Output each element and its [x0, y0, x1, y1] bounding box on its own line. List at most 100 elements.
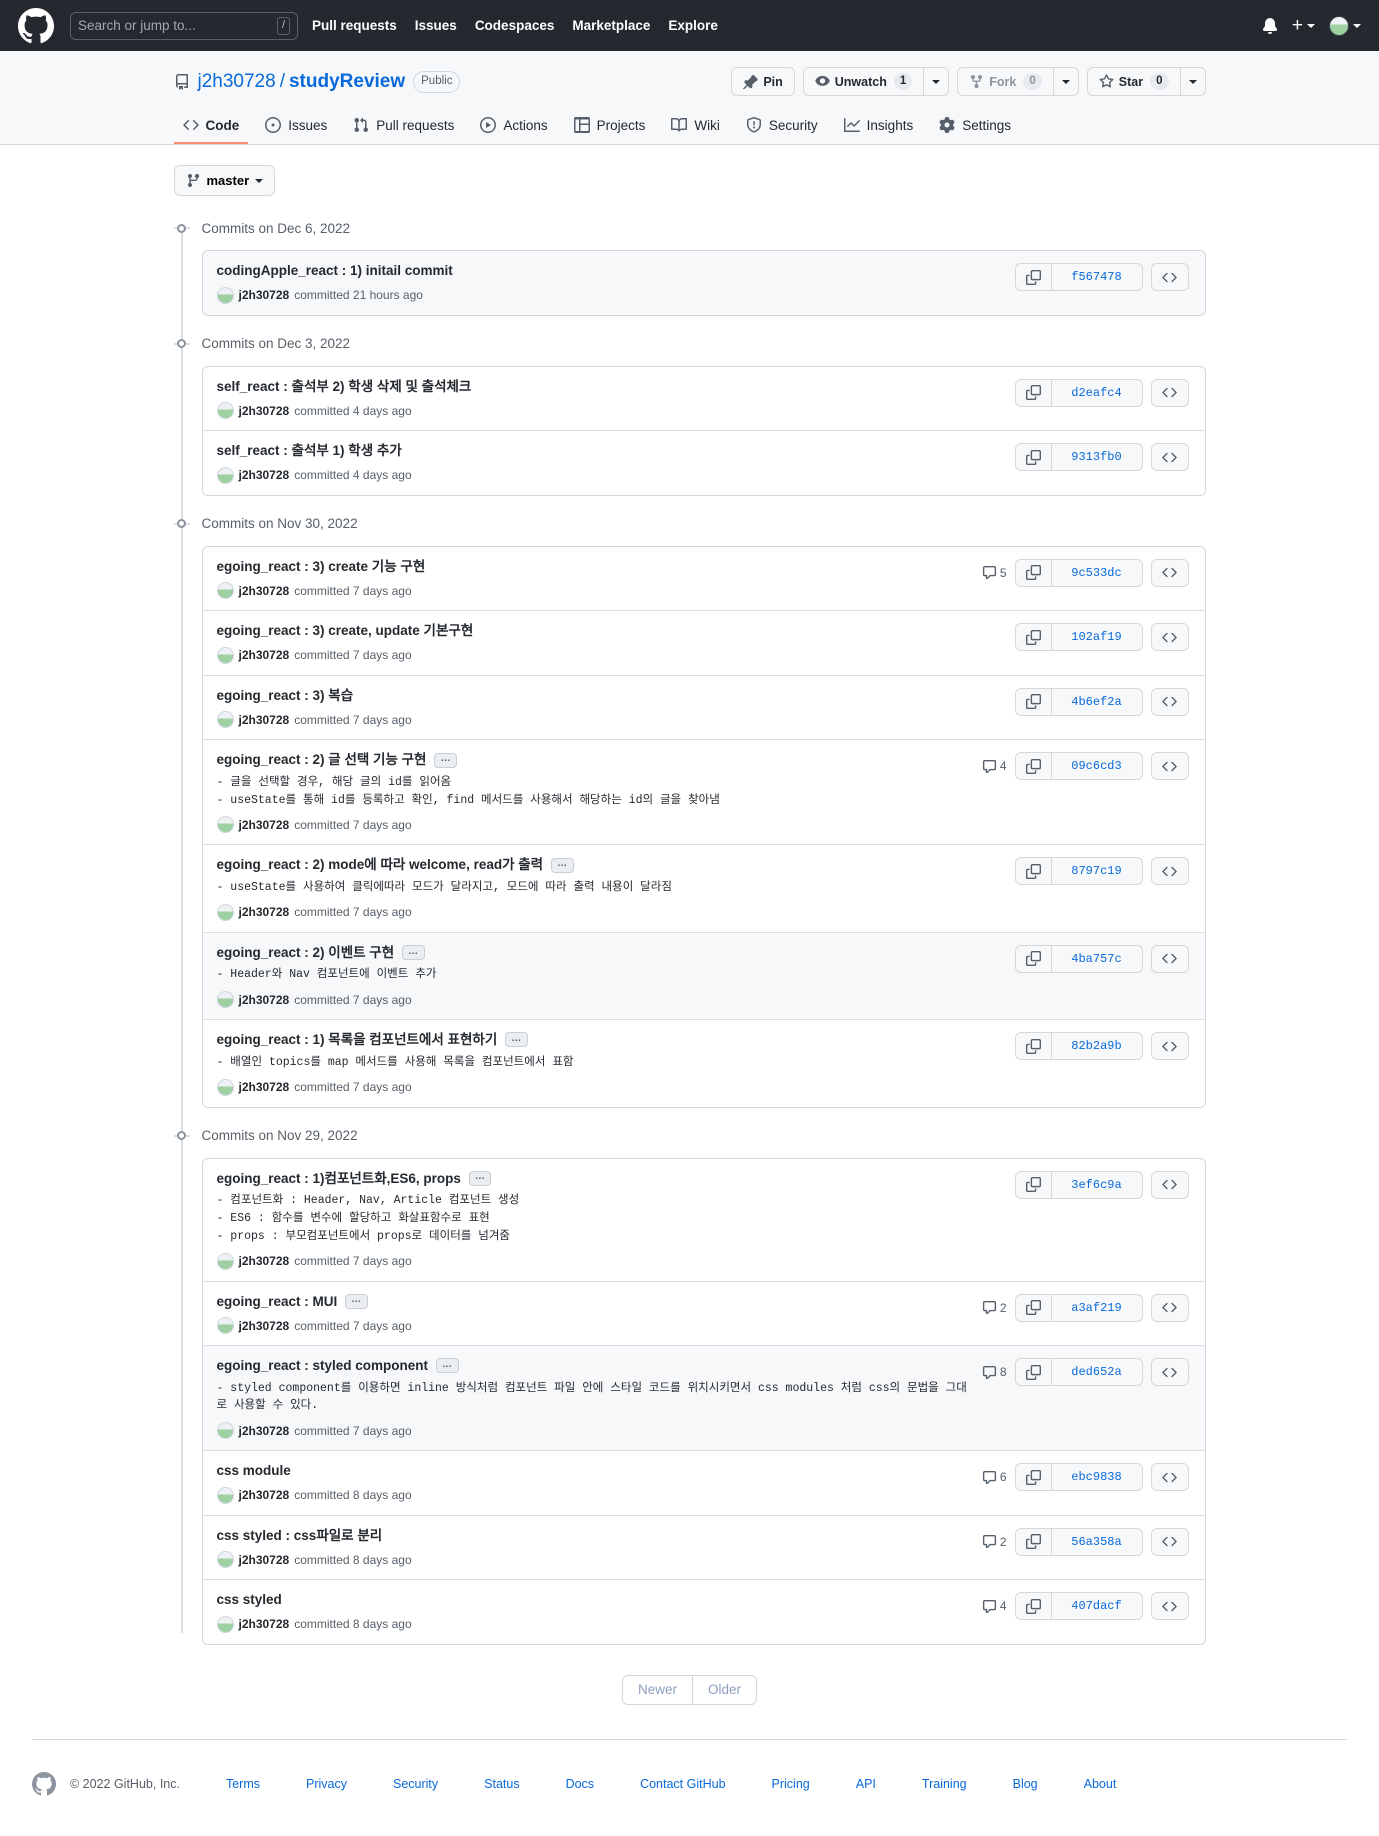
commit-title-link[interactable]: egoing_react : 1)컴포넌트화,ES6, props: [217, 1170, 461, 1188]
copy-sha-button[interactable]: [1014, 263, 1051, 291]
footer-link-training[interactable]: Training: [922, 1777, 967, 1791]
tab-issues[interactable]: Issues: [256, 110, 336, 144]
global-nav-marketplace[interactable]: Marketplace: [572, 18, 650, 33]
browse-repository-button[interactable]: [1150, 857, 1189, 886]
commit-comment-count[interactable]: 4: [982, 1599, 1007, 1614]
tab-security[interactable]: Security: [737, 110, 827, 144]
commit-author-link[interactable]: j2h30728: [239, 1319, 290, 1333]
commit-sha-link[interactable]: 82b2a9b: [1050, 1032, 1143, 1061]
global-nav-issues[interactable]: Issues: [415, 18, 457, 33]
footer-link-docs[interactable]: Docs: [566, 1777, 594, 1791]
tab-projects[interactable]: Projects: [565, 110, 655, 144]
copy-sha-button[interactable]: [1014, 1032, 1051, 1061]
commit-sha-link[interactable]: 56a358a: [1050, 1527, 1143, 1556]
copy-sha-button[interactable]: [1014, 1358, 1051, 1387]
avatar[interactable]: [216, 402, 234, 420]
commit-title-link[interactable]: egoing_react : 3) create, update 기본구현: [217, 622, 474, 640]
expand-commit-message-button[interactable]: …: [402, 945, 425, 961]
browse-repository-button[interactable]: [1150, 1170, 1189, 1199]
commit-author-link[interactable]: j2h30728: [239, 818, 290, 832]
copy-sha-button[interactable]: [1014, 752, 1051, 781]
pagination-newer-button[interactable]: Newer: [621, 1674, 692, 1705]
commit-comment-count[interactable]: 2: [982, 1534, 1007, 1549]
commit-sha-link[interactable]: d2eafc4: [1050, 378, 1143, 407]
browse-repository-button[interactable]: [1150, 378, 1189, 407]
browse-repository-button[interactable]: [1150, 1293, 1189, 1322]
expand-commit-message-button[interactable]: …: [345, 1293, 368, 1309]
commit-comment-count[interactable]: 2: [982, 1300, 1007, 1315]
repo-name-link[interactable]: studyReview: [289, 71, 405, 93]
avatar[interactable]: [216, 646, 234, 664]
avatar[interactable]: [216, 1615, 234, 1633]
bell-icon[interactable]: [1262, 17, 1278, 34]
commit-author-link[interactable]: j2h30728: [239, 905, 290, 919]
commit-title-link[interactable]: self_react : 출석부 1) 학생 추가: [217, 442, 402, 460]
commit-sha-link[interactable]: 9c533dc: [1050, 558, 1143, 587]
avatar[interactable]: [216, 1252, 234, 1270]
commit-sha-link[interactable]: f567478: [1050, 263, 1143, 291]
browse-repository-button[interactable]: [1150, 1463, 1189, 1492]
commit-comment-count[interactable]: 5: [982, 565, 1007, 580]
commit-title-link[interactable]: egoing_react : 3) 복습: [217, 687, 354, 705]
avatar[interactable]: [216, 991, 234, 1009]
star-dropdown-button[interactable]: [1179, 67, 1206, 96]
commit-author-link[interactable]: j2h30728: [239, 1254, 290, 1268]
commit-comment-count[interactable]: 6: [982, 1470, 1007, 1485]
branch-selector-button[interactable]: master: [173, 165, 276, 196]
tab-pull-requests[interactable]: Pull requests: [344, 110, 463, 144]
commit-author-link[interactable]: j2h30728: [239, 648, 290, 662]
search-input[interactable]: Search or jump to... /: [70, 11, 298, 40]
avatar[interactable]: [216, 466, 234, 484]
avatar[interactable]: [216, 1078, 234, 1096]
unwatch-button[interactable]: Unwatch 1: [802, 67, 924, 96]
global-nav-codespaces[interactable]: Codespaces: [475, 18, 555, 33]
expand-commit-message-button[interactable]: …: [434, 752, 457, 768]
pagination-older-button[interactable]: Older: [692, 1674, 758, 1705]
footer-link-pricing[interactable]: Pricing: [772, 1777, 810, 1791]
tab-actions[interactable]: Actions: [471, 110, 556, 144]
browse-repository-button[interactable]: [1150, 558, 1189, 587]
unwatch-dropdown-button[interactable]: [923, 67, 950, 96]
fork-dropdown-button[interactable]: [1052, 67, 1079, 96]
commit-title-link[interactable]: egoing_react : 2) mode에 따라 welcome, read…: [217, 856, 544, 874]
commit-author-link[interactable]: j2h30728: [239, 584, 290, 598]
browse-repository-button[interactable]: [1150, 1592, 1189, 1621]
copy-sha-button[interactable]: [1014, 378, 1051, 407]
copy-sha-button[interactable]: [1014, 1293, 1051, 1322]
footer-link-security[interactable]: Security: [393, 1777, 438, 1791]
avatar[interactable]: [1329, 15, 1361, 36]
commit-sha-link[interactable]: 102af19: [1050, 623, 1143, 652]
commit-title-link[interactable]: egoing_react : 2) 이벤트 구현: [217, 944, 395, 962]
commit-author-link[interactable]: j2h30728: [239, 468, 290, 482]
commit-title-link[interactable]: egoing_react : 1) 목록을 컴포넌트에서 표현하기: [217, 1031, 498, 1049]
copy-sha-button[interactable]: [1014, 944, 1051, 973]
tab-wiki[interactable]: Wiki: [662, 110, 729, 144]
commit-sha-link[interactable]: 4ba757c: [1050, 944, 1143, 973]
commit-author-link[interactable]: j2h30728: [239, 713, 290, 727]
expand-commit-message-button[interactable]: …: [551, 857, 574, 873]
copy-sha-button[interactable]: [1014, 1170, 1051, 1199]
copy-sha-button[interactable]: [1014, 857, 1051, 886]
expand-commit-message-button[interactable]: …: [505, 1032, 528, 1048]
avatar[interactable]: [216, 1486, 234, 1504]
footer-link-status[interactable]: Status: [484, 1777, 519, 1791]
avatar[interactable]: [216, 1551, 234, 1569]
commit-sha-link[interactable]: 4b6ef2a: [1050, 687, 1143, 716]
repo-owner-link[interactable]: j2h30728: [198, 71, 276, 93]
commit-author-link[interactable]: j2h30728: [239, 1424, 290, 1438]
avatar[interactable]: [216, 711, 234, 729]
commit-title-link[interactable]: egoing_react : styled component: [217, 1357, 429, 1375]
copy-sha-button[interactable]: [1014, 687, 1051, 716]
copy-sha-button[interactable]: [1014, 558, 1051, 587]
commit-author-link[interactable]: j2h30728: [239, 404, 290, 418]
browse-repository-button[interactable]: [1150, 944, 1189, 973]
global-nav-explore[interactable]: Explore: [668, 18, 718, 33]
expand-commit-message-button[interactable]: …: [436, 1358, 459, 1374]
commit-sha-link[interactable]: 8797c19: [1050, 857, 1143, 886]
browse-repository-button[interactable]: [1150, 623, 1189, 652]
footer-link-terms[interactable]: Terms: [226, 1777, 260, 1791]
commit-sha-link[interactable]: a3af219: [1050, 1293, 1143, 1322]
copy-sha-button[interactable]: [1014, 1527, 1051, 1556]
browse-repository-button[interactable]: [1150, 443, 1189, 472]
commit-sha-link[interactable]: ebc9838: [1050, 1463, 1143, 1492]
